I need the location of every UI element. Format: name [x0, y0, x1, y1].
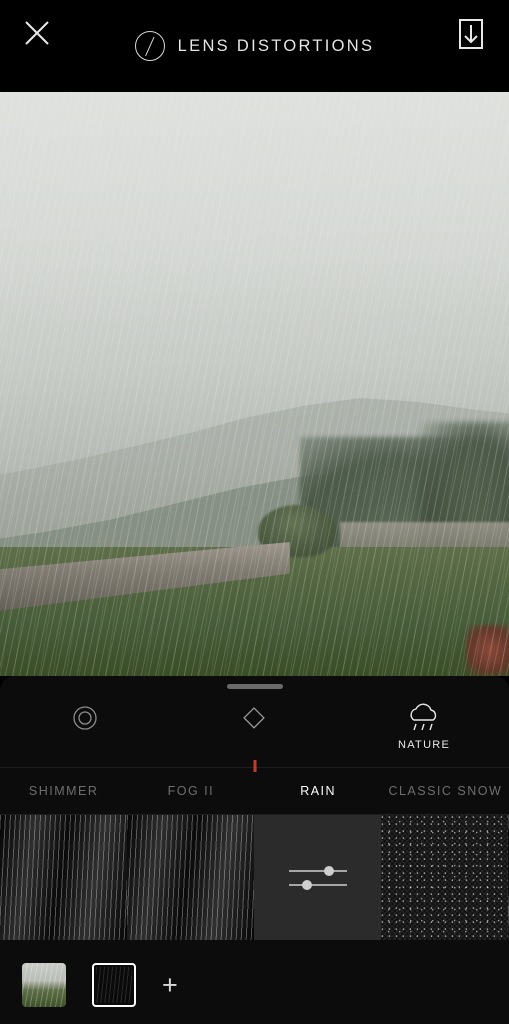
- effect-thumbnail-strip[interactable]: [0, 815, 509, 940]
- effect-thumbnail-2[interactable]: [127, 815, 254, 940]
- rain-texture: [0, 815, 127, 940]
- base-photo-layer[interactable]: [22, 963, 66, 1007]
- effect-thumbnail-3-selected[interactable]: [254, 815, 381, 940]
- close-icon: [25, 21, 49, 45]
- tab-rain[interactable]: RAIN: [255, 784, 382, 798]
- add-layer-button[interactable]: +: [162, 971, 178, 999]
- export-button[interactable]: [455, 17, 487, 51]
- tab-fog-ii[interactable]: FOG II: [127, 784, 254, 798]
- effect-thumbnail-4[interactable]: [381, 815, 508, 940]
- category-optic[interactable]: OPTIC: [0, 698, 170, 751]
- diamond-icon: [241, 698, 267, 738]
- active-category-indicator: [253, 760, 256, 772]
- category-nature[interactable]: NATURE: [253, 698, 509, 772]
- rain-effect-layer[interactable]: [92, 963, 136, 1007]
- snow-texture: [381, 815, 508, 940]
- lens-distortions-logo-icon: [134, 31, 165, 61]
- tab-classic-snow[interactable]: CLASSIC SNOW: [382, 784, 509, 798]
- app-root: LENS DISTORTIONS NATURE SHIMMER FOG II R…: [0, 0, 509, 1024]
- rain-cloud-icon: [405, 698, 443, 738]
- category-light[interactable]: LIGHT: [170, 698, 340, 751]
- circle-glow-icon: [72, 698, 98, 738]
- rain-texture: [127, 815, 254, 940]
- haze-overlay: [0, 92, 509, 676]
- close-button[interactable]: [20, 16, 54, 50]
- app-title: LENS DISTORTIONS: [177, 36, 375, 55]
- export-download-icon: [459, 19, 483, 49]
- base-photo-thumbnail: [22, 963, 66, 1007]
- sliders-icon: [288, 865, 347, 890]
- category-nature-label: NATURE: [397, 739, 451, 751]
- effect-tab-bar: SHIMMER FOG II RAIN CLASSIC SNOW: [0, 767, 509, 815]
- brand: LENS DISTORTIONS: [134, 31, 375, 61]
- layer-bar: +: [0, 946, 509, 1024]
- photo-canvas[interactable]: [0, 92, 509, 676]
- tab-shimmer[interactable]: SHIMMER: [0, 784, 127, 798]
- category-row: OPTIC LIGHT: [0, 689, 509, 772]
- top-bar: LENS DISTORTIONS: [0, 0, 509, 92]
- effect-thumbnail-1[interactable]: [0, 815, 127, 940]
